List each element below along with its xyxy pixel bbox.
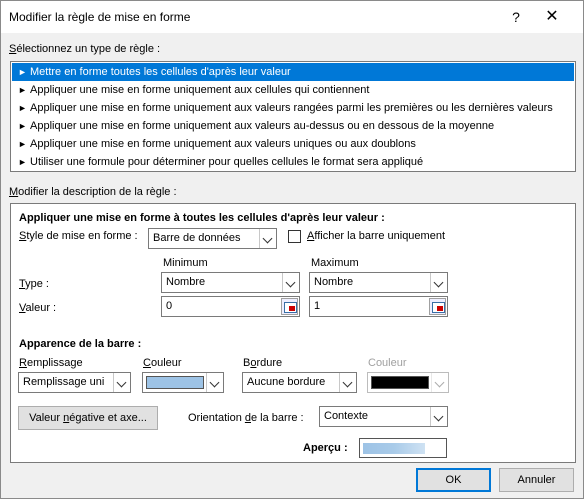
arrow-icon: ►: [18, 67, 27, 77]
preview-label: Aperçu :: [303, 442, 348, 454]
range-picker-icon[interactable]: [429, 298, 446, 315]
arrow-icon: ►: [18, 157, 27, 167]
format-rule-dialog: Modifier la règle de mise en forme ? ✕ S…: [0, 0, 584, 499]
max-type-select[interactable]: Nombre: [309, 272, 448, 293]
preview-box: [359, 438, 447, 458]
chevron-down-icon[interactable]: [339, 373, 356, 392]
minimum-header: Minimum: [163, 257, 208, 269]
chevron-down-icon[interactable]: [430, 273, 447, 292]
border-color-picker: [367, 372, 449, 393]
fill-color-swatch: [146, 376, 204, 389]
dialog-title: Modifier la règle de mise en forme: [9, 10, 191, 24]
max-value-input[interactable]: 1: [309, 296, 448, 317]
negative-value-axis-button[interactable]: Valeur négative et axe...: [18, 406, 158, 430]
rule-type-item[interactable]: ► Appliquer une mise en forme uniquement …: [12, 135, 574, 153]
cancel-button[interactable]: Annuler: [499, 468, 574, 492]
rule-type-item[interactable]: ► Appliquer une mise en forme uniquement …: [12, 81, 574, 99]
range-picker-icon[interactable]: [281, 298, 298, 315]
description-label: Modifier la description de la règle :: [9, 186, 177, 198]
chevron-down-icon[interactable]: [259, 229, 276, 248]
rule-type-item[interactable]: ► Appliquer une mise en forme uniquement …: [12, 117, 574, 135]
close-button[interactable]: ✕: [541, 7, 563, 27]
border-color-label: Couleur: [368, 357, 407, 369]
rule-type-label: Sélectionnez un type de règle :: [9, 43, 161, 55]
fill-select[interactable]: Remplissage uni: [18, 372, 131, 393]
border-select[interactable]: Aucune bordure: [242, 372, 357, 393]
chevron-down-icon[interactable]: [282, 273, 299, 292]
bar-appearance-heading: Apparence de la barre :: [19, 338, 142, 350]
type-label: Type :: [19, 278, 49, 290]
preview-bar: [363, 443, 425, 454]
value-label: Valeur :: [19, 302, 57, 314]
rule-type-item[interactable]: ► Mettre en forme toutes les cellules d'a…: [12, 63, 574, 81]
style-label: Style de mise en forme :: [19, 230, 138, 242]
description-heading: Appliquer une mise en forme à toutes les…: [19, 212, 385, 224]
arrow-icon: ►: [18, 139, 27, 149]
rule-type-list[interactable]: ► Mettre en forme toutes les cellules d'a…: [10, 61, 576, 172]
show-bar-only-label: Afficher la barre uniquement: [307, 230, 445, 242]
maximum-header: Maximum: [311, 257, 359, 269]
arrow-icon: ►: [18, 103, 27, 113]
arrow-icon: ►: [18, 85, 27, 95]
min-value-input[interactable]: 0: [161, 296, 300, 317]
chevron-down-icon[interactable]: [206, 373, 223, 392]
fill-color-picker[interactable]: [142, 372, 224, 393]
orientation-label: Orientation de la barre :: [188, 412, 304, 424]
fill-color-label: Couleur: [143, 357, 182, 369]
orientation-select[interactable]: Contexte: [319, 406, 448, 427]
title-bar: Modifier la règle de mise en forme ? ✕: [1, 1, 583, 33]
show-bar-only-checkbox[interactable]: [288, 230, 301, 243]
chevron-down-icon[interactable]: [430, 407, 447, 426]
fill-label: Remplissage: [19, 357, 83, 369]
chevron-down-icon[interactable]: [113, 373, 130, 392]
style-select[interactable]: Barre de données: [148, 228, 277, 249]
arrow-icon: ►: [18, 121, 27, 131]
chevron-down-icon: [431, 373, 448, 392]
border-color-swatch: [371, 376, 429, 389]
ok-button[interactable]: OK: [416, 468, 491, 492]
rule-type-item[interactable]: ► Utiliser une formule pour déterminer po…: [12, 153, 574, 171]
border-label: Bordure: [243, 357, 283, 369]
min-type-select[interactable]: Nombre: [161, 272, 300, 293]
help-button[interactable]: ?: [506, 7, 526, 27]
rule-type-item[interactable]: ► Appliquer une mise en forme uniquement …: [12, 99, 574, 117]
